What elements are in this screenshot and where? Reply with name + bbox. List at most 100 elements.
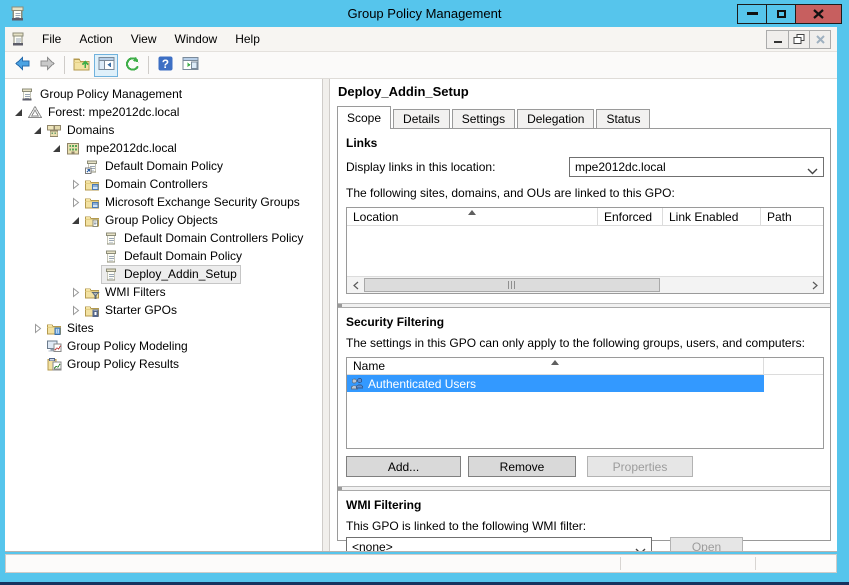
- pane-splitter[interactable]: [322, 79, 330, 551]
- minimize-button[interactable]: [737, 4, 767, 24]
- forward-arrow-button[interactable]: [35, 54, 59, 77]
- back-arrow-button[interactable]: [10, 54, 34, 77]
- forward-arrow-icon: [39, 55, 56, 75]
- location-combobox[interactable]: mpe2012dc.local: [569, 157, 824, 177]
- gpo-title: Deploy_Addin_Setup: [338, 84, 831, 99]
- tree-expander-icon[interactable]: [31, 126, 44, 135]
- tree-expander-icon[interactable]: [69, 179, 82, 190]
- security-filtering-heading: Security Filtering: [346, 315, 824, 329]
- tab-scope[interactable]: Scope: [337, 106, 391, 129]
- child-minimize-button[interactable]: [767, 31, 788, 48]
- tree-expander-icon[interactable]: [50, 144, 63, 153]
- scrollbar-track[interactable]: [364, 277, 806, 293]
- link-enabled-column-header[interactable]: Link Enabled: [663, 208, 761, 225]
- tree-item-starter-gpos[interactable]: Starter GPOs: [5, 301, 322, 319]
- gpmc-icon: [19, 87, 35, 102]
- location-combobox-value: mpe2012dc.local: [575, 160, 666, 174]
- section-splitter[interactable]: [338, 303, 830, 308]
- window-controls: [738, 4, 842, 24]
- menu-file[interactable]: File: [33, 27, 70, 51]
- scroll-right-button[interactable]: [806, 277, 823, 293]
- tree-item-default-domain-policy[interactable]: Default Domain Policy: [5, 157, 322, 175]
- refresh-button[interactable]: [119, 54, 143, 77]
- gpmc-window: Group Policy Management FileActionViewWi…: [0, 0, 849, 585]
- menu-window[interactable]: Window: [166, 27, 227, 51]
- help-button[interactable]: ?: [153, 54, 177, 77]
- tree-expander-icon[interactable]: [12, 108, 25, 117]
- section-splitter[interactable]: [338, 486, 830, 491]
- security-filtering-list: Name Authenticated Users: [346, 357, 824, 449]
- add-button[interactable]: Add...: [346, 456, 461, 477]
- menu-help[interactable]: Help: [226, 27, 269, 51]
- gpo-icon: [103, 231, 119, 246]
- tree-expander-icon[interactable]: [69, 305, 82, 316]
- tree-item-default-domain-controllers-policy[interactable]: Default Domain Controllers Policy: [5, 229, 322, 247]
- tree-item-forest-mpe2012dc-local[interactable]: Forest: mpe2012dc.local: [5, 103, 322, 121]
- wmi-filter-combobox[interactable]: <none>: [346, 537, 652, 551]
- tree-item-label: Group Policy Objects: [105, 213, 218, 227]
- tree-item-group-policy-results[interactable]: Group Policy Results: [5, 355, 322, 373]
- tree-expander-icon[interactable]: [69, 197, 82, 208]
- new-window-button[interactable]: [178, 54, 202, 77]
- security-filtering-description: The settings in this GPO can only apply …: [346, 336, 824, 350]
- links-table-header: LocationEnforcedLink EnabledPath: [347, 208, 823, 226]
- starter-folder-icon: [84, 303, 100, 318]
- tab-delegation[interactable]: Delegation: [517, 109, 594, 128]
- security-list-header: Name: [347, 358, 823, 375]
- scroll-left-button[interactable]: [347, 277, 364, 293]
- tab-settings[interactable]: Settings: [452, 109, 515, 128]
- tab-details[interactable]: Details: [393, 109, 450, 128]
- menu-view[interactable]: View: [122, 27, 166, 51]
- console-tree-toggle-icon: [98, 55, 115, 75]
- security-buttons: Add... Remove Properties: [346, 456, 824, 477]
- toolbar-separator: [64, 56, 65, 74]
- tree-item-mpe2012dc-local[interactable]: mpe2012dc.local: [5, 139, 322, 157]
- scrollbar-thumb[interactable]: [364, 278, 660, 292]
- horizontal-scrollbar[interactable]: [347, 276, 823, 293]
- tree-expander-icon[interactable]: [69, 216, 82, 225]
- tree-item-wmi-filters[interactable]: WMI Filters: [5, 283, 322, 301]
- up-one-level-icon: [73, 55, 90, 75]
- up-one-level-button[interactable]: [69, 54, 93, 77]
- child-restore-button[interactable]: [788, 31, 809, 48]
- path-column-header[interactable]: Path: [761, 208, 823, 225]
- child-restore-icon: [793, 33, 805, 45]
- tab-status[interactable]: Status: [596, 109, 650, 128]
- name-column-header[interactable]: Name: [347, 358, 764, 374]
- tree-expander-icon[interactable]: [69, 287, 82, 298]
- location-column-header[interactable]: Location: [347, 208, 598, 225]
- scope-tab-panel: Links Display links in this location: mp…: [337, 128, 831, 541]
- gpo-link-icon: [84, 159, 100, 174]
- back-arrow-icon: [14, 55, 31, 75]
- chevron-down-icon: [807, 164, 818, 178]
- open-button[interactable]: Open: [670, 537, 743, 551]
- tree-item-group-policy-objects[interactable]: Group Policy Objects: [5, 211, 322, 229]
- child-close-button[interactable]: [809, 31, 830, 48]
- refresh-icon: [123, 55, 140, 75]
- menu-action[interactable]: Action: [70, 27, 121, 51]
- tree-item-default-domain-policy[interactable]: Default Domain Policy: [5, 247, 322, 265]
- console-tree-toggle-button[interactable]: [94, 54, 118, 77]
- gpo-folder-icon: [84, 213, 100, 228]
- tree-item-label: Group Policy Results: [67, 357, 179, 371]
- enforced-column-header[interactable]: Enforced: [598, 208, 663, 225]
- forest-icon: [27, 105, 43, 120]
- tree-item-microsoft-exchange-security-groups[interactable]: Microsoft Exchange Security Groups: [5, 193, 322, 211]
- properties-button[interactable]: Properties: [587, 456, 693, 477]
- tree-item-sites[interactable]: Sites: [5, 319, 322, 337]
- toolbar: ?: [5, 52, 837, 79]
- tree-item-label: Default Domain Controllers Policy: [124, 231, 303, 245]
- maximize-button[interactable]: [766, 4, 796, 24]
- tree-item-label: Group Policy Modeling: [67, 339, 188, 353]
- tree-item-group-policy-modeling[interactable]: Group Policy Modeling: [5, 337, 322, 355]
- results-icon: [46, 357, 62, 372]
- close-button[interactable]: [795, 4, 842, 24]
- tree-item-domain-controllers[interactable]: Domain Controllers: [5, 175, 322, 193]
- tree-item-group-policy-management[interactable]: Group Policy Management: [5, 85, 322, 103]
- tree-item-label: Forest: mpe2012dc.local: [48, 105, 179, 119]
- remove-button[interactable]: Remove: [468, 456, 576, 477]
- tree-item-deploy-addin-setup[interactable]: Deploy_Addin_Setup: [5, 265, 322, 283]
- tree-item-domains[interactable]: Domains: [5, 121, 322, 139]
- security-list-row[interactable]: Authenticated Users: [347, 375, 764, 392]
- tree-expander-icon[interactable]: [31, 323, 44, 334]
